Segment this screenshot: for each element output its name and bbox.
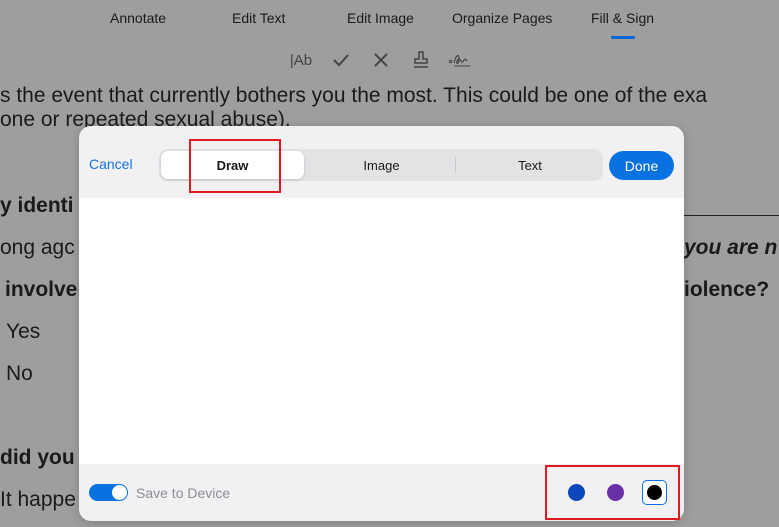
segment-draw[interactable]: Draw — [161, 151, 304, 179]
doc-text-line: It happe — [0, 488, 76, 511]
cross-icon[interactable] — [370, 48, 392, 72]
save-to-device-toggle[interactable] — [89, 484, 128, 501]
dialog-header: Cancel Draw Image Text Done — [79, 126, 684, 198]
checkmark-icon[interactable] — [330, 48, 352, 72]
signature-mode-selector: Draw Image Text — [159, 149, 603, 181]
doc-text-line: did you — [0, 446, 75, 469]
signature-icon[interactable] — [448, 48, 472, 72]
toggle-knob — [112, 485, 127, 500]
active-tab-indicator — [611, 36, 635, 39]
doc-option-no: No — [6, 362, 33, 385]
doc-text-line: y identi — [0, 194, 74, 217]
ink-color-black — [646, 484, 662, 500]
tab-edit-text[interactable]: Edit Text — [232, 10, 285, 26]
doc-answer-rule — [683, 215, 779, 216]
doc-text-line: involve — [5, 278, 78, 301]
ink-color-purple[interactable] — [607, 484, 624, 501]
save-to-device-label: Save to Device — [136, 485, 231, 501]
tab-annotate[interactable]: Annotate — [110, 10, 166, 26]
signature-dialog: Cancel Draw Image Text Done Save to Devi… — [79, 126, 684, 521]
cancel-button[interactable]: Cancel — [89, 156, 133, 172]
ink-color-blue[interactable] — [568, 484, 585, 501]
text-field-icon[interactable]: |Ab — [287, 48, 315, 72]
drawing-canvas[interactable] — [79, 198, 684, 464]
top-tab-bar: Annotate Edit Text Edit Image Organize P… — [0, 0, 779, 40]
dialog-footer: Save to Device — [79, 464, 684, 521]
stamp-icon[interactable] — [410, 48, 432, 72]
segment-image[interactable]: Image — [309, 151, 454, 179]
doc-text-line: iolence? — [684, 278, 770, 301]
segment-text[interactable]: Text — [459, 151, 601, 179]
doc-option-yes: Yes — [6, 320, 41, 343]
done-button[interactable]: Done — [609, 151, 674, 180]
segment-divider — [455, 157, 456, 173]
tab-organize-pages[interactable]: Organize Pages — [452, 10, 552, 26]
fill-sign-tools: |Ab — [0, 46, 779, 74]
tab-fill-sign[interactable]: Fill & Sign — [591, 10, 654, 26]
doc-text-line: you are n — [684, 236, 778, 259]
tab-edit-image[interactable]: Edit Image — [347, 10, 414, 26]
ink-color-black-selected[interactable] — [642, 480, 667, 505]
doc-text-line: s the event that currently bothers you t… — [0, 84, 708, 107]
doc-text-line: ong agc — [0, 236, 75, 259]
